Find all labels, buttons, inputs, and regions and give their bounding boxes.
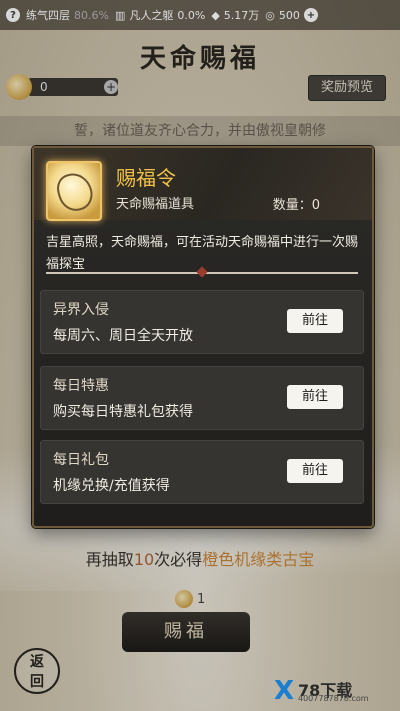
source-desc: 每周六、周日全天开放	[53, 328, 193, 344]
source-desc: 购买每日特惠礼包获得	[53, 404, 193, 420]
source-card: 每日礼包 机缘兑换/充值获得 前往	[40, 440, 364, 504]
item-info-modal: 赐福令 天命赐福道具 数量：0 吉星高照，天命赐福，可在活动天命赐福中进行一次赐…	[32, 146, 374, 528]
item-quantity: 数量：0	[272, 198, 320, 213]
item-type: 天命赐福道具	[116, 197, 195, 212]
status-bar: ? 练气四层 80.6% ▥ 凡人之躯 0.0% ◆ 5.17万 ◎ 500 +	[0, 0, 400, 30]
goto-button[interactable]: 前往	[287, 385, 343, 409]
realm-status: 练气四层 80.6%	[26, 7, 109, 23]
goto-button[interactable]: 前往	[287, 309, 343, 333]
help-button[interactable]: ?	[6, 8, 20, 22]
source-card: 异界入侵 每周六、周日全天开放 前往	[40, 290, 364, 354]
watermark-url: 4007787878.com	[298, 694, 369, 703]
power-value: 5.17万	[223, 9, 260, 22]
power-icon: ◆	[211, 8, 220, 22]
currency-value: 500	[278, 8, 300, 22]
source-title: 异界入侵	[53, 302, 109, 318]
source-title: 每日礼包	[53, 452, 109, 468]
plus-icon[interactable]: +	[303, 8, 318, 22]
rank-status: ▥ 凡人之躯 0.0%	[115, 7, 205, 23]
site-watermark: X 78下载 4007787878.com	[274, 677, 394, 705]
source-desc: 机缘兑换/充值获得	[53, 478, 170, 494]
power-status: ◆ 5.17万	[211, 7, 259, 23]
source-card: 每日特惠 购买每日特惠礼包获得 前往	[40, 366, 364, 430]
rank-percent: 0.0%	[177, 8, 206, 22]
realm-label: 练气四层	[26, 9, 70, 22]
currency-status: ◎ 500 +	[265, 8, 318, 22]
goto-button[interactable]: 前往	[287, 459, 343, 483]
watermark-logo-icon: X	[274, 676, 295, 706]
blessing-token-icon	[46, 161, 102, 221]
item-name: 赐福令	[116, 166, 176, 190]
rank-label: 凡人之躯	[129, 9, 174, 22]
currency-icon: ◎	[265, 8, 275, 22]
realm-percent: 80.6%	[74, 8, 109, 22]
help-icon[interactable]: ?	[6, 8, 20, 22]
source-title: 每日特惠	[53, 378, 109, 394]
rank-icon: ▥	[114, 8, 126, 22]
